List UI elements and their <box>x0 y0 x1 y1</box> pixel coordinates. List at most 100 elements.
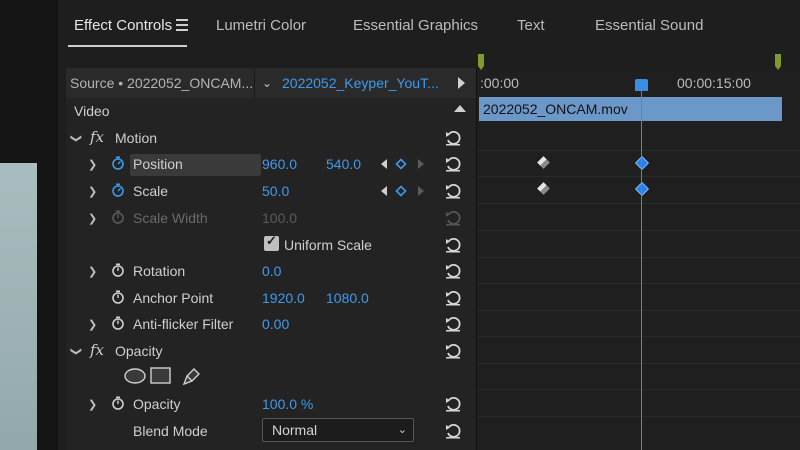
mask-tools-row <box>66 364 476 390</box>
in-point-marker[interactable] <box>478 54 484 70</box>
motion-label: Motion <box>115 130 158 146</box>
position-y-value[interactable]: 540.0 <box>326 156 361 172</box>
position-x-value[interactable]: 960.0 <box>262 156 297 172</box>
position-label: Position <box>133 156 183 172</box>
divider <box>477 416 800 417</box>
playhead-line[interactable] <box>641 88 642 450</box>
chevron-up-icon[interactable] <box>454 105 466 112</box>
reset-icon <box>446 210 461 226</box>
scale-value[interactable]: 50.0 <box>262 183 289 199</box>
divider <box>477 363 800 364</box>
rotation-row: ❯ Rotation 0.0 <box>66 258 476 284</box>
blend-mode-value: Normal <box>272 422 318 438</box>
play-icon[interactable] <box>458 77 465 89</box>
video-section-header: Video <box>66 98 476 124</box>
reset-icon[interactable] <box>444 290 462 306</box>
source-label[interactable]: Source • 2022052_ONCAM... <box>70 75 253 91</box>
tab-text[interactable]: Text <box>517 17 545 34</box>
position-row: ❯ Position 960.0 540.0 <box>66 151 476 177</box>
panel-tabs: Effect Controls Lumetri Color Essential … <box>58 0 800 52</box>
stopwatch-icon[interactable] <box>111 183 125 197</box>
tab-essential-sound[interactable]: Essential Sound <box>595 17 703 34</box>
tab-effect-controls[interactable]: Effect Controls <box>74 17 172 34</box>
timeline-clip[interactable]: 2022052_ONCAM.mov <box>479 97 782 121</box>
uniform-scale-checkbox[interactable]: ✓ <box>264 233 279 251</box>
reset-icon[interactable] <box>444 183 462 199</box>
video-heading: Video <box>74 103 110 119</box>
reset-icon[interactable] <box>444 396 462 412</box>
keyframe-navigator[interactable] <box>380 184 432 198</box>
rectangle-mask-icon <box>150 367 171 384</box>
keyframe-icon[interactable] <box>537 182 550 195</box>
chevron-down-icon[interactable]: ⌄ <box>262 76 272 90</box>
tab-essential-graphics[interactable]: Essential Graphics <box>353 17 478 34</box>
opacity-row: ❯ Opacity 100.0 % <box>66 391 476 417</box>
anti-flicker-label: Anti-flicker Filter <box>133 316 234 332</box>
effects-list: Source • 2022052_ONCAM... ⌄ 2022052_Keyp… <box>66 68 476 450</box>
tab-lumetri-color[interactable]: Lumetri Color <box>216 17 306 34</box>
fx-icon[interactable]: fx <box>90 341 104 359</box>
divider <box>477 257 800 258</box>
divider <box>477 389 800 390</box>
playhead-handle[interactable] <box>635 79 648 91</box>
divider <box>477 283 800 284</box>
divider <box>477 336 800 337</box>
chevron-down-icon[interactable]: ❯ <box>70 347 83 356</box>
keyframe-icon[interactable] <box>537 156 550 169</box>
stopwatch-icon[interactable] <box>111 396 125 410</box>
rotation-label: Rotation <box>133 263 186 279</box>
timecode-start: :00:00 <box>480 75 519 91</box>
uniform-scale-row: ✓ Uniform Scale <box>66 232 476 258</box>
reset-icon[interactable] <box>444 156 462 172</box>
anti-flicker-value[interactable]: 0.00 <box>262 316 289 332</box>
reset-icon[interactable] <box>444 343 462 359</box>
reset-icon[interactable] <box>444 130 462 146</box>
stopwatch-icon[interactable] <box>111 263 125 277</box>
blend-mode-label: Blend Mode <box>133 423 208 439</box>
blend-mode-select[interactable]: Normal ⌄ <box>262 418 414 442</box>
chevron-right-icon[interactable]: ❯ <box>88 398 97 411</box>
stopwatch-icon[interactable] <box>111 316 125 330</box>
hamburger-menu-icon[interactable] <box>176 19 188 31</box>
fx-icon[interactable]: fx <box>90 128 104 146</box>
opacity-effect-row: ❯ fx Opacity <box>66 338 476 364</box>
reset-icon[interactable] <box>444 263 462 279</box>
checkmark-icon: ✓ <box>266 233 277 248</box>
rotation-value[interactable]: 0.0 <box>262 263 281 279</box>
active-tab-indicator <box>68 45 187 47</box>
program-preview <box>0 163 37 450</box>
sequence-clip-dropdown[interactable]: 2022052_Keyper_YouT... <box>282 75 439 91</box>
scale-label: Scale <box>133 183 169 199</box>
mask-tools <box>124 367 200 386</box>
out-point-marker[interactable] <box>775 54 781 70</box>
chevron-right-icon[interactable]: ❯ <box>88 158 97 171</box>
stopwatch-icon[interactable] <box>111 156 125 170</box>
reset-icon[interactable] <box>444 237 462 253</box>
keyframe-icon[interactable] <box>634 181 650 197</box>
source-bar: Source • 2022052_ONCAM... ⌄ 2022052_Keyp… <box>66 68 476 98</box>
chevron-right-icon[interactable]: ❯ <box>88 185 97 198</box>
effect-timeline[interactable]: :00:00 00:00:15:00 2022052_ONCAM.mov <box>476 54 800 450</box>
reset-icon[interactable] <box>444 423 462 439</box>
scale-width-row: ❯ Scale Width 100.0 <box>66 205 476 231</box>
opacity-value[interactable]: 100.0 % <box>262 396 313 412</box>
chevron-right-icon[interactable]: ❯ <box>88 212 97 225</box>
divider <box>477 176 800 177</box>
keyframe-icon[interactable] <box>634 155 650 171</box>
chevron-down-icon[interactable]: ❯ <box>70 134 83 143</box>
keyframe-navigator[interactable] <box>380 157 432 171</box>
anti-flicker-row: ❯ Anti-flicker Filter 0.00 <box>66 311 476 337</box>
timecode-mid: 00:00:15:00 <box>677 75 751 91</box>
anchor-point-x-value[interactable]: 1920.0 <box>262 290 305 306</box>
divider <box>477 203 800 204</box>
chevron-right-icon[interactable]: ❯ <box>88 265 97 278</box>
stopwatch-icon[interactable] <box>111 290 125 304</box>
effect-controls-panel: Effect Controls Lumetri Color Essential … <box>58 0 800 450</box>
ellipse-mask-icon <box>124 368 146 384</box>
divider <box>477 150 800 151</box>
anchor-point-row: Anchor Point 1920.0 1080.0 <box>66 285 476 311</box>
anchor-point-y-value[interactable]: 1080.0 <box>326 290 369 306</box>
reset-icon[interactable] <box>444 316 462 332</box>
chevron-right-icon[interactable]: ❯ <box>88 318 97 331</box>
scale-width-value: 100.0 <box>262 210 298 226</box>
